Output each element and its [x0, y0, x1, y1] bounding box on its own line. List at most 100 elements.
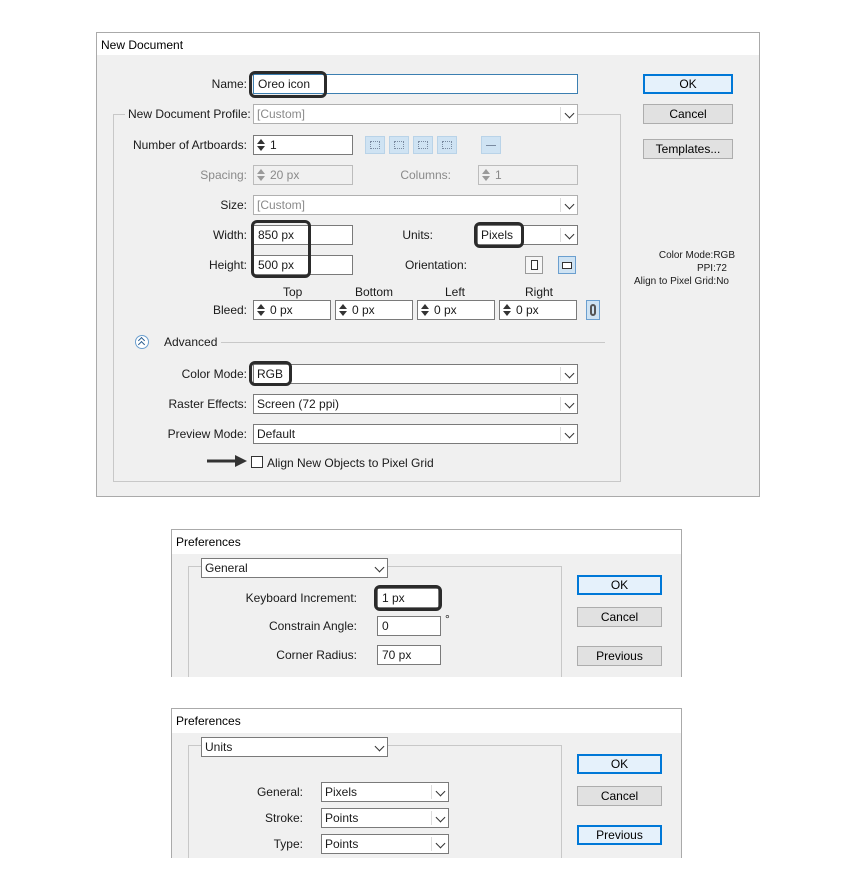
- ok-button[interactable]: OK: [577, 754, 662, 774]
- constrain-angle-label: Constrain Angle:: [268, 619, 357, 633]
- spin-arrows-icon[interactable]: [256, 303, 266, 317]
- align-pixel-grid-label[interactable]: Align New Objects to Pixel Grid: [267, 456, 434, 470]
- dialog-title: New Document: [101, 38, 184, 52]
- raster-dropdown[interactable]: Screen (72 ppi): [253, 394, 578, 414]
- constrain-angle-input[interactable]: 0: [377, 616, 441, 636]
- spacing-stepper[interactable]: 20 px: [253, 165, 353, 185]
- preview-value: Default: [257, 427, 296, 441]
- link-icon[interactable]: [586, 300, 600, 320]
- grid-by-row-icon[interactable]: [365, 136, 385, 154]
- profile-dropdown[interactable]: [Custom]: [253, 104, 578, 124]
- title-bar: Preferences: [172, 530, 681, 554]
- bleed-right-value: 0 px: [516, 303, 539, 317]
- cancel-button[interactable]: Cancel: [643, 104, 733, 124]
- chevron-down-icon: [435, 812, 446, 823]
- section-dropdown[interactable]: Units: [201, 737, 388, 757]
- type-units-label: Type:: [273, 837, 303, 851]
- type-units-dropdown[interactable]: Points: [321, 834, 449, 854]
- profile-value: [Custom]: [257, 107, 306, 121]
- spin-arrows-icon[interactable]: [420, 303, 430, 317]
- templates-button[interactable]: Templates...: [643, 139, 733, 159]
- name-highlight: [249, 71, 327, 98]
- raster-label: Raster Effects:: [168, 397, 247, 411]
- cancel-button[interactable]: Cancel: [577, 607, 662, 627]
- chevron-down-icon: [564, 108, 575, 119]
- arrange-by-column-icon[interactable]: [437, 136, 457, 154]
- orientation-label: Orientation:: [404, 258, 467, 272]
- chevron-down-icon: [374, 741, 385, 752]
- color-mode-highlight: [249, 361, 292, 386]
- chevron-down-icon: [564, 428, 575, 439]
- spacing-label: Spacing:: [200, 168, 247, 182]
- size-highlight: [251, 220, 311, 278]
- stroke-units-dropdown[interactable]: Points: [321, 808, 449, 828]
- landscape-icon[interactable]: [558, 256, 576, 274]
- color-mode-dropdown[interactable]: RGB: [253, 364, 578, 384]
- spin-arrows-icon[interactable]: [502, 303, 512, 317]
- corner-radius-label: Corner Radius:: [276, 648, 357, 662]
- pointer-arrow-icon: [207, 455, 247, 467]
- chevron-down-icon: [435, 786, 446, 797]
- chevron-down-icon: [564, 368, 575, 379]
- raster-value: Screen (72 ppi): [257, 397, 340, 411]
- chevron-down-icon: [564, 398, 575, 409]
- preferences-units-dialog: Preferences Units General: Pixels Stroke…: [171, 708, 682, 875]
- bleed-top-label: Top: [283, 285, 303, 299]
- align-pixel-grid-checkbox[interactable]: [251, 456, 263, 468]
- layout-direction-icon[interactable]: [481, 136, 501, 154]
- artboards-stepper[interactable]: 1: [253, 135, 353, 155]
- columns-value: 1: [495, 168, 502, 182]
- degree-symbol: °: [445, 612, 450, 626]
- dialog-title: Preferences: [176, 714, 241, 728]
- previous-button[interactable]: Previous: [577, 646, 662, 666]
- spacing-value: 20 px: [270, 168, 300, 182]
- spin-arrows-icon[interactable]: [338, 303, 348, 317]
- color-mode-label: Color Mode:: [181, 367, 247, 381]
- type-units-value: Points: [325, 837, 359, 851]
- info-align: Align to Pixel Grid:No: [633, 276, 729, 287]
- keyboard-increment-highlight: [374, 585, 442, 611]
- dialog-title: Preferences: [176, 535, 241, 549]
- advanced-label[interactable]: Advanced: [164, 335, 217, 349]
- portrait-icon[interactable]: [525, 256, 543, 274]
- section-dropdown[interactable]: General: [201, 558, 388, 578]
- bleed-right-stepper[interactable]: 0 px: [499, 300, 577, 320]
- title-bar: New Document: [97, 33, 759, 55]
- general-units-dropdown[interactable]: Pixels: [321, 782, 449, 802]
- ok-button[interactable]: OK: [577, 575, 662, 595]
- bleed-right-label: Right: [525, 285, 554, 299]
- bleed-top-stepper[interactable]: 0 px: [253, 300, 331, 320]
- spin-arrows-icon[interactable]: [481, 168, 491, 182]
- columns-stepper[interactable]: 1: [478, 165, 578, 185]
- corner-radius-input[interactable]: 70 px: [377, 645, 441, 665]
- bleed-left-label: Left: [445, 285, 466, 299]
- chevron-down-icon: [564, 229, 575, 240]
- preferences-general-dialog: Preferences General Keyboard Increment: …: [171, 529, 682, 696]
- section-value: Units: [205, 740, 233, 754]
- name-label: Name:: [211, 77, 247, 91]
- spin-arrows-icon[interactable]: [256, 138, 266, 152]
- units-highlight: [474, 222, 524, 248]
- size-dropdown[interactable]: [Custom]: [253, 195, 578, 215]
- collapse-advanced-icon[interactable]: [135, 335, 149, 349]
- arrange-by-row-icon[interactable]: [413, 136, 433, 154]
- new-document-dialog: New Document Name: Oreo icon New Documen…: [96, 32, 760, 497]
- info-color-mode: Color Mode:RGB: [658, 250, 735, 261]
- spin-arrows-icon[interactable]: [256, 168, 266, 182]
- bleed-left-stepper[interactable]: 0 px: [417, 300, 495, 320]
- bleed-bottom-label: Bottom: [355, 285, 394, 299]
- chevron-down-icon: [435, 838, 446, 849]
- info-ppi: PPI:72: [696, 263, 727, 274]
- previous-button[interactable]: Previous: [577, 825, 662, 845]
- crop-edge: [160, 677, 700, 697]
- preview-dropdown[interactable]: Default: [253, 424, 578, 444]
- ok-button[interactable]: OK: [643, 74, 733, 94]
- cancel-button[interactable]: Cancel: [577, 786, 662, 806]
- stroke-units-value: Points: [325, 811, 359, 825]
- general-units-value: Pixels: [325, 785, 358, 799]
- bleed-bottom-stepper[interactable]: 0 px: [335, 300, 413, 320]
- section-value: General: [205, 561, 248, 575]
- artboards-value: 1: [270, 138, 277, 152]
- size-label: Size:: [220, 198, 247, 212]
- grid-by-column-icon[interactable]: [389, 136, 409, 154]
